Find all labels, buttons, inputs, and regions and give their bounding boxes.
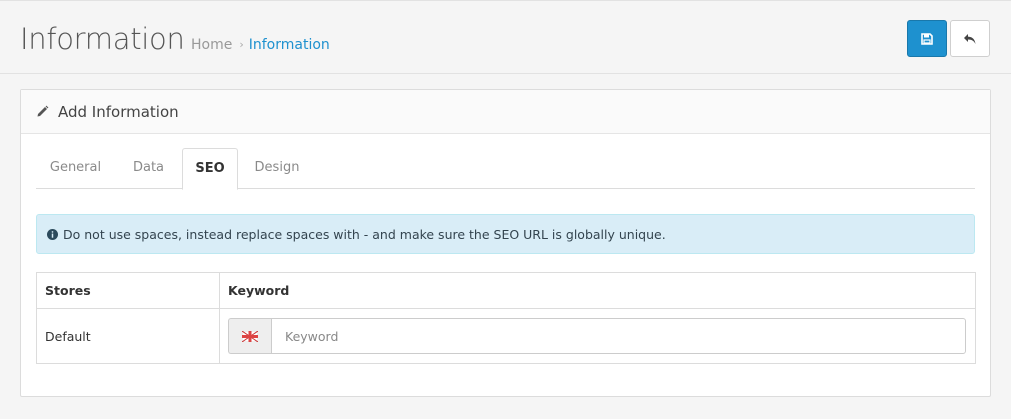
page-header: Information Home › Information [0, 0, 1011, 74]
breadcrumb-home-link[interactable]: Home [191, 36, 232, 54]
save-icon [921, 32, 933, 45]
reply-icon [964, 33, 976, 44]
save-button[interactable] [907, 20, 947, 57]
tab-seo[interactable]: SEO [182, 148, 238, 190]
table-row: Default [36, 308, 976, 364]
pencil-icon [37, 105, 49, 117]
breadcrumb-information-link[interactable]: Information [249, 36, 330, 54]
tab-design[interactable]: Design [238, 148, 316, 189]
add-information-panel: Add Information General Data SEO Design … [20, 89, 991, 397]
alert-text: Do not use spaces, instead replace space… [63, 226, 666, 242]
breadcrumb: Home › Information [191, 36, 330, 54]
language-addon [228, 318, 271, 354]
tab-data[interactable]: Data [115, 148, 182, 189]
uk-flag-icon [242, 330, 258, 342]
back-button[interactable] [950, 20, 990, 57]
tab-bar: General Data SEO Design [36, 148, 975, 190]
tab-general[interactable]: General [36, 148, 115, 189]
store-name-cell: Default [36, 308, 220, 364]
keyword-input[interactable] [271, 318, 966, 354]
column-header-stores: Stores [36, 272, 220, 309]
info-circle-icon [47, 228, 58, 240]
table-header-row: Stores Keyword [36, 272, 976, 309]
column-header-keyword: Keyword [219, 272, 976, 309]
info-alert: Do not use spaces, instead replace space… [36, 214, 975, 254]
keyword-input-group [228, 318, 966, 354]
panel-heading: Add Information [21, 90, 990, 134]
keyword-cell [219, 308, 976, 364]
page-title: Information [20, 22, 185, 56]
breadcrumb-separator: › [239, 38, 244, 51]
panel-title: Add Information [58, 102, 179, 121]
seo-table: Stores Keyword Default [36, 272, 976, 364]
